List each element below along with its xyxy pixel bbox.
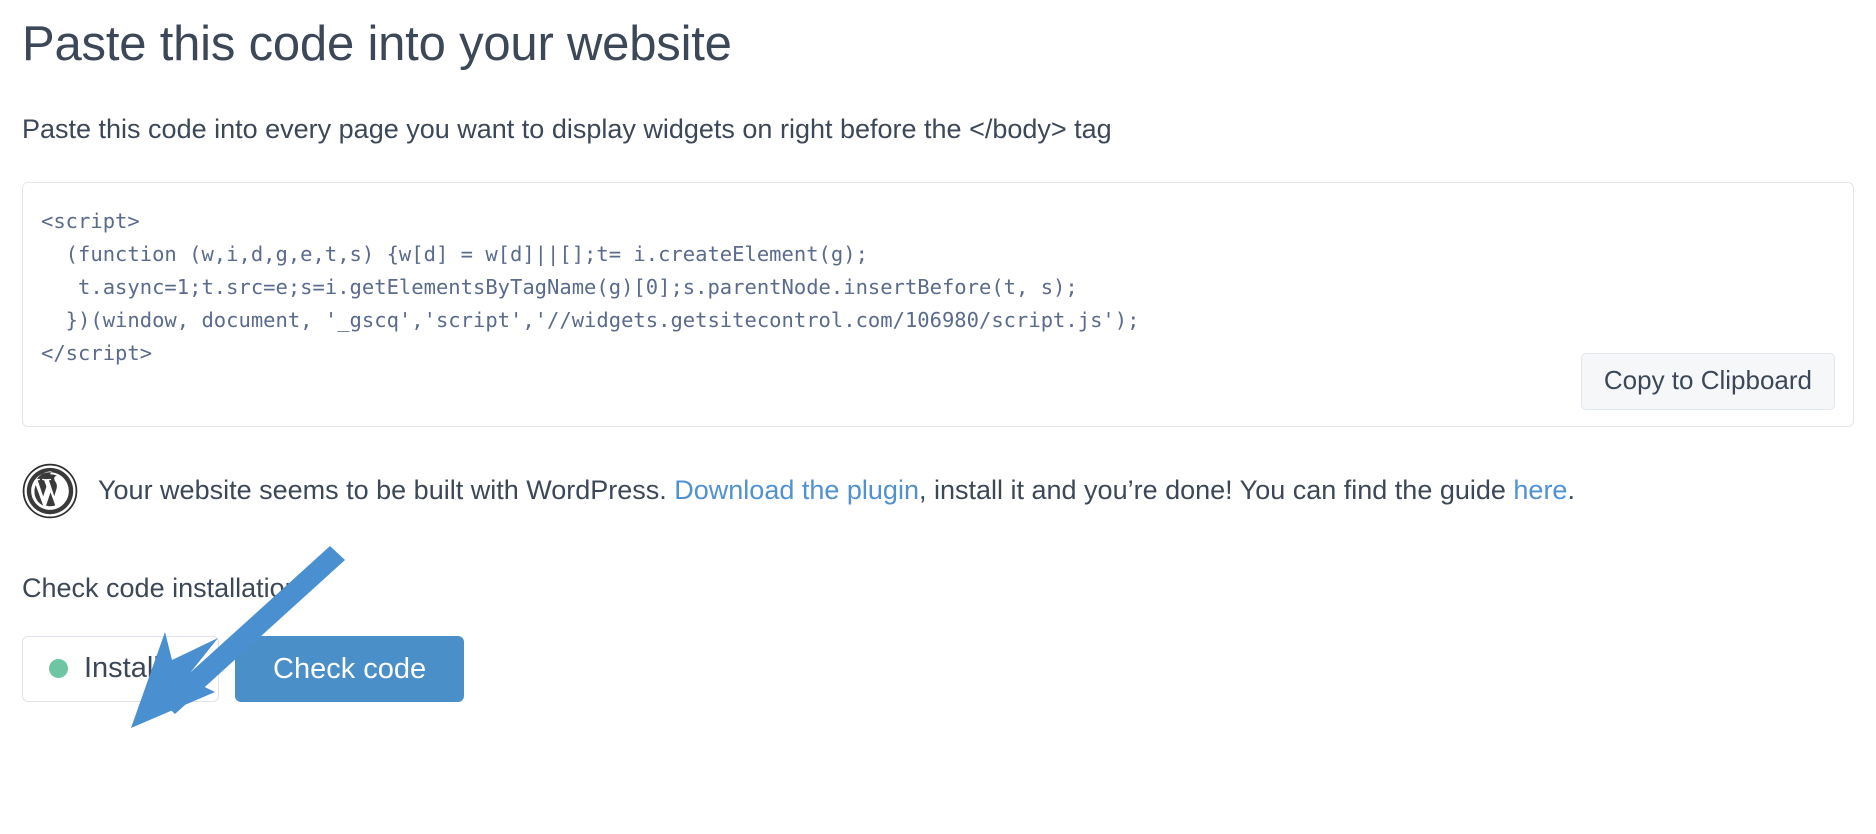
wordpress-notice-text-lead: Your website seems to be built with Word…: [98, 475, 675, 506]
check-code-installation-label: Check code installation: [22, 572, 300, 603]
guide-here-link[interactable]: here: [1513, 475, 1567, 505]
install-code-page: Paste this code into your website Paste …: [0, 0, 1876, 834]
code-snippet-panel: <script> (function (w,i,d,g,e,t,s) {w[d]…: [22, 181, 1854, 427]
page-title: Paste this code into your website: [22, 17, 732, 71]
wordpress-logo-icon: [22, 463, 78, 519]
wordpress-notice-text-middle: , install it and you’re done! You can fi…: [918, 475, 1514, 506]
wordpress-notice-text: Your website seems to be built with Word…: [98, 472, 1575, 508]
status-dot-icon: [49, 659, 68, 679]
check-code-button[interactable]: Check code: [235, 635, 465, 702]
embed-code-snippet[interactable]: <script> (function (w,i,d,g,e,t,s) {w[d]…: [41, 205, 1835, 370]
check-code-actions: Installed Check code: [22, 635, 1854, 702]
installation-status-badge[interactable]: Installed: [22, 635, 220, 702]
copy-to-clipboard-button[interactable]: Copy to Clipboard: [1580, 352, 1835, 410]
download-plugin-link[interactable]: Download the plugin: [674, 475, 919, 505]
wordpress-notice-text-end: .: [1567, 475, 1575, 506]
page-subtitle: Paste this code into every page you want…: [22, 114, 1112, 145]
installation-status-label: Installed: [84, 652, 193, 685]
wordpress-notice: Your website seems to be built with Word…: [22, 463, 1854, 519]
